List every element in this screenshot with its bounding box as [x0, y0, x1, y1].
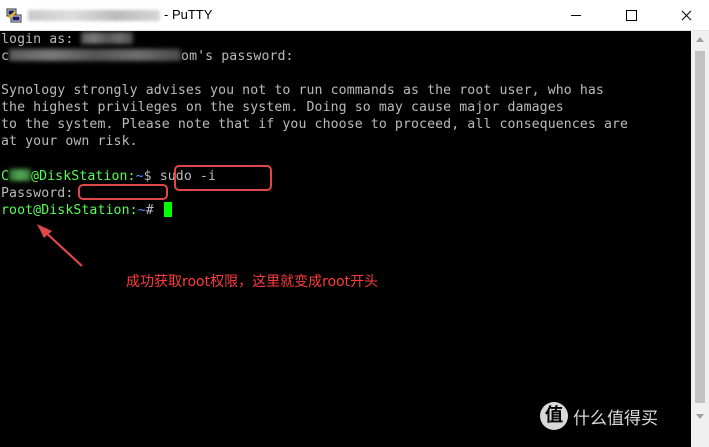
watermark-logo-icon: 值 [540, 402, 568, 430]
scroll-up-arrow-icon[interactable] [691, 31, 709, 49]
vertical-scrollbar[interactable] [691, 31, 709, 447]
annotation-arrow-icon [37, 224, 83, 267]
annotation-text: 成功获取root权限，这里就变成root开头 [126, 274, 379, 290]
watermark-text: 什么值得买 [573, 409, 658, 429]
scroll-thumb[interactable] [695, 51, 705, 403]
watermark: 值 什么值得买 [540, 400, 705, 430]
